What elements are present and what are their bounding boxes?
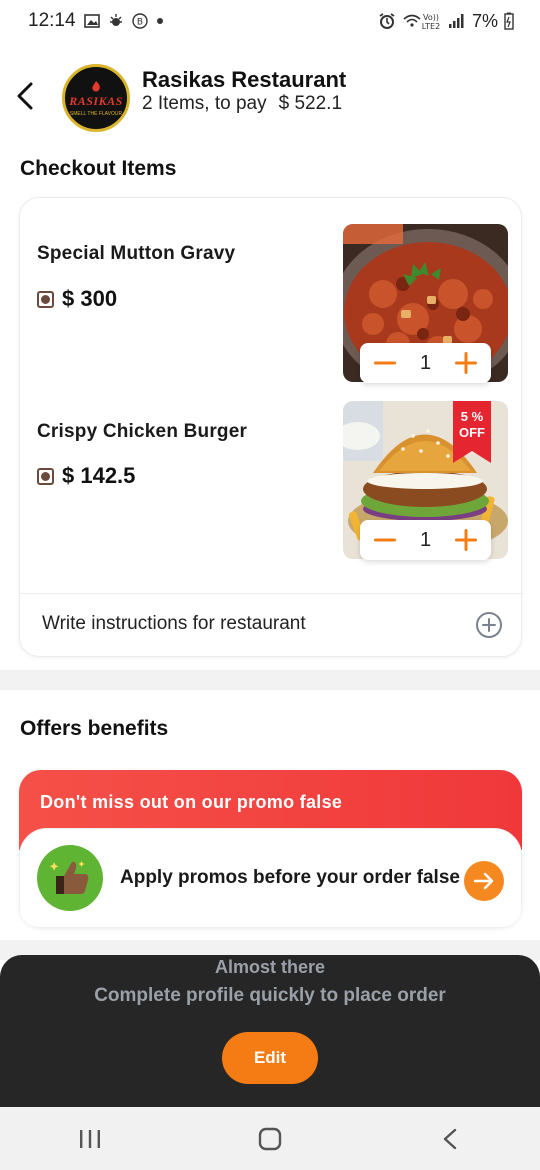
offers-benefits-title: Offers benefits <box>20 717 169 740</box>
items-summary: 2 Items, to pay <box>142 93 267 114</box>
plus-icon <box>455 352 477 374</box>
svg-text:LTE2: LTE2 <box>422 22 440 31</box>
promo-banner-text: Don't miss out on our promo false <box>40 792 343 812</box>
card-divider <box>20 593 523 594</box>
restaurant-header: RASIKAS SMELL THE FLAVOUR Rasikas Restau… <box>0 58 540 138</box>
item-price: $ 300 <box>62 286 118 311</box>
thumbs-up-icon <box>37 845 103 911</box>
status-bar: 12:14 B Vo)) LTE2 7% <box>0 0 540 42</box>
item-name: Crispy Chicken Burger <box>37 421 248 442</box>
item-price-row: $ 142.5 <box>37 463 135 489</box>
recents-icon <box>80 1129 100 1148</box>
decrease-quantity-button[interactable] <box>372 527 398 553</box>
increase-quantity-button[interactable] <box>453 350 479 376</box>
decrease-quantity-button[interactable] <box>372 350 398 376</box>
arrow-right-icon <box>473 872 494 890</box>
food-type-mark <box>37 467 54 485</box>
battery-level: 7% <box>471 10 498 31</box>
recents-button[interactable] <box>60 1117 120 1161</box>
dot-icon <box>156 18 163 24</box>
gallery-icon <box>83 14 100 28</box>
thumbs-up-graphic <box>49 861 89 894</box>
status-time: 12:14 <box>28 10 76 31</box>
item-price: $ 142.5 <box>62 463 136 488</box>
signal-icon <box>448 14 464 28</box>
restaurant-name: Rasikas Restaurant <box>142 67 347 92</box>
b-notification-icon: B <box>131 13 148 29</box>
checkout-items-card: Special Mutton Gravy $ 300 1 Crispy Chic… <box>19 197 523 657</box>
item-price-row: $ 300 <box>37 286 117 312</box>
plus-icon <box>455 529 477 551</box>
quantity-value: 1 <box>419 528 432 551</box>
svg-text:Vo)): Vo)) <box>423 13 439 22</box>
order-summary: 2 Items, to pay $ 522.1 <box>142 93 342 115</box>
svg-text:B: B <box>136 18 142 28</box>
quantity-value: 1 <box>419 351 432 374</box>
back-icon <box>443 1128 457 1149</box>
minus-icon <box>374 361 396 365</box>
flame-icon <box>92 80 100 91</box>
quantity-stepper[interactable]: 1 <box>360 343 491 383</box>
alarm-icon <box>379 13 395 29</box>
instructions-link[interactable]: Write instructions for restaurant <box>42 613 306 635</box>
logo-word: RASIKAS <box>69 93 123 108</box>
increase-quantity-button[interactable] <box>453 527 479 553</box>
section-separator <box>0 670 540 690</box>
system-back-button[interactable] <box>420 1117 480 1161</box>
home-button[interactable] <box>240 1117 300 1161</box>
item-name: Special Mutton Gravy <box>37 243 236 264</box>
weather-icon <box>109 14 122 26</box>
complete-profile-sheet: Almost there Complete profile quickly to… <box>0 955 540 1107</box>
minus-icon <box>374 538 396 542</box>
discount-badge: 5 % OFF <box>453 401 491 463</box>
system-navigation-bar <box>0 1107 540 1170</box>
food-type-mark <box>37 290 54 308</box>
checkout-items-title: Checkout Items <box>20 157 177 180</box>
restaurant-logo: RASIKAS SMELL THE FLAVOUR <box>62 64 130 132</box>
status-right: Vo)) LTE2 7% <box>378 11 514 32</box>
order-amount: $ 522.1 <box>278 93 343 114</box>
discount-badge-text: 5 % OFF <box>459 409 485 440</box>
sheet-subtitle: Complete profile quickly to place order <box>94 985 446 1006</box>
back-arrow-icon <box>17 82 33 110</box>
wifi-lte-icon: Vo))LTE2 <box>403 13 440 31</box>
status-left: 12:14 B <box>28 10 164 32</box>
apply-promo-text: Apply promos before your order false <box>120 867 460 888</box>
home-icon <box>258 1127 282 1150</box>
add-circle-icon[interactable] <box>475 611 503 639</box>
quantity-stepper[interactable]: 1 <box>360 520 491 560</box>
battery-icon <box>504 12 514 30</box>
logo-tagline: SMELL THE FLAVOUR <box>69 110 123 117</box>
promo-card: Don't miss out on our promo false Apply … <box>19 770 522 928</box>
sheet-title: Almost there <box>214 957 326 977</box>
apply-promo-button[interactable] <box>464 861 504 901</box>
apply-promo-row[interactable]: Apply promos before your order false <box>19 828 522 928</box>
back-button[interactable] <box>8 76 42 116</box>
edit-profile-button[interactable]: Edit <box>222 1032 318 1084</box>
